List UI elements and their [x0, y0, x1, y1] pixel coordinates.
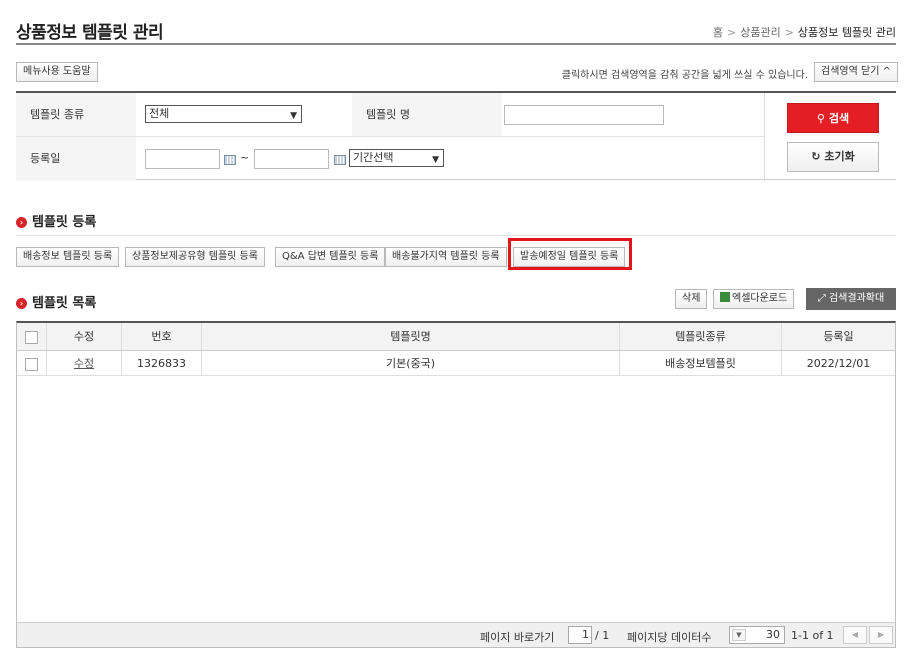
date-to-input[interactable]: [254, 149, 329, 169]
template-type-label: 템플릿 종류: [16, 93, 136, 136]
template-type-select[interactable]: 전체 ▼: [145, 105, 302, 123]
goto-page-label: 페이지 바로가기: [480, 631, 555, 644]
column-header-date[interactable]: 등록일: [782, 323, 895, 350]
undeliverable-area-template-register-button[interactable]: 배송불가지역 템플릿 등록: [385, 247, 507, 267]
delivery-template-register-button[interactable]: 배송정보 템플릿 등록: [16, 247, 120, 267]
chevron-right-icon: ▶: [877, 630, 885, 639]
row-edit-cell: 수정: [47, 351, 122, 375]
toggle-hint-text: 클릭하시면 검색영역을 감춰 공간을 넓게 쓰실 수 있습니다.: [561, 70, 808, 81]
template-grid: 수정 번호 템플릿명 템플릿종류 등록일 수정 1326833 기본(중국) 배…: [16, 321, 896, 648]
chevron-down-icon: ▼: [432, 155, 439, 165]
expand-icon: ⤢: [817, 293, 826, 304]
list-section-title: › 템플릿 목록: [16, 292, 96, 311]
row-no: 1326833: [122, 351, 202, 375]
search-actions: ⚲ 검색 ↻ 초기화: [764, 93, 896, 182]
excel-download-button[interactable]: 엑셀다운로드: [713, 289, 795, 309]
breadcrumb-product-mgmt[interactable]: 상품관리: [740, 26, 780, 39]
date-from-input[interactable]: [145, 149, 220, 169]
highlight-box: [508, 238, 632, 270]
list-title: 템플릿 목록: [32, 296, 97, 311]
product-info-template-register-button[interactable]: 상품정보제공유형 템플릿 등록: [125, 247, 265, 267]
calendar-icon[interactable]: [334, 155, 346, 165]
column-header-type[interactable]: 템플릿종류: [620, 323, 782, 350]
row-name: 기본(중국): [202, 351, 620, 375]
reset-button-label: 초기화: [824, 150, 855, 163]
breadcrumb-home[interactable]: 홈: [713, 26, 723, 39]
table-row[interactable]: 수정 1326833 기본(중국) 배송정보템플릿 2022/12/01: [17, 351, 895, 376]
template-name-input[interactable]: [504, 105, 664, 125]
per-page-label: 페이지당 데이터수: [627, 631, 712, 644]
refresh-icon: ↻: [811, 150, 821, 163]
search-icon: ⚲: [816, 112, 825, 125]
excel-icon: [720, 292, 730, 302]
date-range-tilde: ~: [240, 151, 250, 164]
select-all-checkbox[interactable]: [25, 330, 38, 344]
page-header: 상품정보 템플릿 관리 홈 > 상품관리 > 상품정보 템플릿 관리: [16, 12, 896, 45]
calendar-icon[interactable]: [224, 155, 236, 165]
expand-results-label: 검색결과확대: [828, 293, 885, 304]
breadcrumb: 홈 > 상품관리 > 상품정보 템플릿 관리: [713, 24, 896, 40]
page-input[interactable]: 1: [568, 626, 592, 644]
breadcrumb-current: 상품정보 템플릿 관리: [797, 26, 896, 39]
search-button[interactable]: ⚲ 검색: [787, 103, 879, 133]
excel-download-label: 엑셀다운로드: [732, 293, 788, 304]
chevron-right-icon: ›: [16, 298, 27, 309]
column-header-edit[interactable]: 수정: [47, 323, 122, 350]
chevron-right-icon: ›: [16, 217, 27, 228]
search-button-label: 검색: [828, 112, 850, 125]
template-type-value: 전체: [149, 107, 170, 120]
search-row-date: 등록일 ~ 기간선택 ▼: [16, 137, 764, 181]
reg-date-label: 등록일: [16, 137, 136, 181]
delete-button[interactable]: 삭제: [675, 289, 708, 309]
template-name-label: 템플릿 명: [352, 93, 502, 136]
breadcrumb-separator: >: [784, 26, 794, 39]
column-header-no[interactable]: 번호: [122, 323, 202, 350]
header-checkbox-cell: [17, 323, 47, 350]
expand-results-button[interactable]: ⤢ 검색결과확대: [806, 288, 896, 310]
row-checkbox[interactable]: [25, 357, 38, 371]
pagination-bar: 페이지 바로가기 1 / 1 페이지당 데이터수 ▼ 30 1-1 of 1 ◀…: [17, 622, 895, 647]
qna-template-register-button[interactable]: Q&A 답변 템플릿 등록: [275, 247, 386, 267]
chevron-down-icon: ▼: [732, 629, 746, 641]
chevron-left-icon: ◀: [851, 630, 859, 639]
total-pages: / 1: [595, 629, 610, 642]
page-title: 상품정보 템플릿 관리: [16, 23, 164, 43]
row-checkbox-cell: [17, 351, 47, 375]
chevron-down-icon: ▼: [290, 111, 297, 121]
period-value: 기간선택: [353, 151, 394, 164]
column-header-name[interactable]: 템플릿명: [202, 323, 620, 350]
per-page-select[interactable]: ▼ 30: [729, 626, 785, 644]
period-select[interactable]: 기간선택 ▼: [349, 149, 444, 167]
divider: [16, 235, 896, 236]
search-area-toggle-button[interactable]: 검색영역 닫기 ^: [814, 62, 898, 82]
breadcrumb-separator: >: [727, 26, 737, 39]
chevron-up-icon: ^: [882, 66, 891, 77]
prev-page-button[interactable]: ◀: [843, 626, 867, 644]
page-range: 1-1 of 1: [791, 629, 834, 642]
grid-header: 수정 번호 템플릿명 템플릿종류 등록일: [17, 323, 895, 351]
per-page-value: 30: [766, 628, 780, 641]
reset-button[interactable]: ↻ 초기화: [787, 142, 879, 172]
row-date: 2022/12/01: [806, 357, 871, 370]
row-type: 배송정보템플릿: [620, 351, 782, 375]
search-row-type: 템플릿 종류 전체 ▼ 템플릿 명: [16, 93, 764, 137]
registration-section-title: › 템플릿 등록: [16, 211, 96, 230]
menu-help-button[interactable]: 메뉴사용 도움말: [16, 62, 98, 82]
registration-title: 템플릿 등록: [32, 215, 97, 230]
edit-link[interactable]: 수정: [74, 357, 94, 370]
search-area: 템플릿 종류 전체 ▼ 템플릿 명 등록일 ~ 기간선택 ▼ ⚲ 검색 ↻ 초기…: [16, 91, 896, 182]
toggle-label: 검색영역 닫기: [821, 66, 880, 77]
next-page-button[interactable]: ▶: [869, 626, 893, 644]
